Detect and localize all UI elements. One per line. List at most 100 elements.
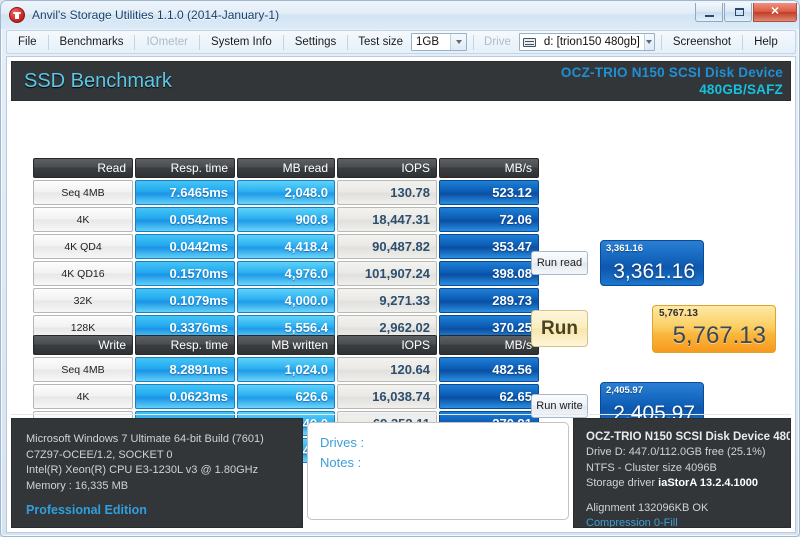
maximize-icon (735, 8, 744, 16)
drives-label: Drives : (320, 435, 365, 450)
main-content: SSD Benchmark OCZ-TRIO N150 SCSI Disk De… (6, 56, 796, 533)
test-size-select[interactable]: 1GB (411, 33, 468, 51)
cell-mbs: 353.47 (439, 234, 539, 259)
drive-value: d: [trion150 480gb] (543, 36, 640, 48)
menu-item-settings[interactable]: Settings (284, 31, 348, 53)
sysinfo-os: Microsoft Windows 7 Ultimate 64-bit Buil… (26, 433, 264, 445)
read-score-box: 3,361.16 3,361.16 (600, 240, 704, 286)
cell-mb-read: 4,000.0 (237, 288, 335, 313)
bottom-info-area: Microsoft Windows 7 Ultimate 64-bit Buil… (11, 418, 791, 528)
row-label: 4K QD16 (33, 261, 133, 286)
read-header-mbs: MB/s (439, 158, 539, 178)
anvil-app-icon (9, 7, 25, 23)
divider (11, 414, 791, 415)
write-score-small: 2,405.97 (606, 385, 643, 396)
cell-iops: 101,907.24 (337, 261, 437, 286)
cell-mb-read: 4,976.0 (237, 261, 335, 286)
write-header-iops: IOPS (337, 335, 437, 355)
cell-resp-time: 7.6465ms (135, 180, 235, 205)
chevron-down-icon[interactable] (450, 34, 467, 50)
drive-info-panel: OCZ-TRIO N150 SCSI Disk Device 480GB Dri… (573, 418, 791, 528)
write-header-label: Write (33, 335, 133, 355)
cell-resp-time: 0.0442ms (135, 234, 235, 259)
cell-mb-written: 1,024.0 (237, 357, 335, 382)
menu-item-screenshot[interactable]: Screenshot (662, 31, 742, 53)
run-read-button[interactable]: Run read (531, 251, 588, 275)
cell-iops: 16,038.74 (337, 384, 437, 409)
total-score-small: 5,767.13 (659, 308, 698, 319)
menu-item-system-info[interactable]: System Info (200, 31, 283, 53)
row-label: Seq 4MB (33, 357, 133, 382)
row-label: 4K (33, 207, 133, 232)
drive-label: Drive (484, 36, 511, 48)
minimize-button[interactable] (695, 3, 723, 22)
row-label: 32K (33, 288, 133, 313)
window-controls: ✕ (695, 3, 797, 22)
cell-mb-read: 900.8 (237, 207, 335, 232)
menu-item-help[interactable]: Help (743, 31, 789, 53)
total-score-box: 5,767.13 5,767.13 (652, 305, 776, 353)
sysinfo-board: C7Z97-OCEE/1.2, SOCKET 0 (26, 448, 173, 461)
page-title: SSD Benchmark (24, 70, 172, 92)
menu-item-file[interactable]: File (7, 31, 48, 53)
cell-mb-read: 2,048.0 (237, 180, 335, 205)
driveinfo-capacity: Drive D: 447.0/112.0GB free (25.1%) (586, 446, 766, 458)
table-row: 32K 0.1079ms 4,000.0 9,271.33 289.73 (33, 288, 539, 313)
driveinfo-title: OCZ-TRIO N150 SCSI Disk Device 480GB (586, 431, 791, 443)
cell-mbs: 398.08 (439, 261, 539, 286)
read-header-iops: IOPS (337, 158, 437, 178)
close-button[interactable]: ✕ (753, 3, 797, 22)
cell-resp-time: 0.0542ms (135, 207, 235, 232)
cell-mbs: 289.73 (439, 288, 539, 313)
table-header-row: Read Resp. time MB read IOPS MB/s (33, 158, 539, 178)
title-bar: Anvil's Storage Utilities 1.1.0 (2014-Ja… (1, 1, 799, 29)
menu-item-benchmarks[interactable]: Benchmarks (49, 31, 135, 53)
row-label: 4K QD4 (33, 234, 133, 259)
menu-bar: File Benchmarks IOmeter System Info Sett… (6, 30, 796, 54)
table-row: 4K QD16 0.1570ms 4,976.0 101,907.24 398.… (33, 261, 539, 286)
sysinfo-memory: Memory : 16,335 MB (26, 479, 129, 492)
table-header-row: Write Resp. time MB written IOPS MB/s (33, 335, 539, 355)
table-row: Seq 4MB 8.2891ms 1,024.0 120.64 482.56 (33, 357, 539, 382)
table-row: 4K 0.0623ms 626.6 16,038.74 62.65 (33, 384, 539, 409)
sysinfo-edition: Professional Edition (26, 503, 147, 517)
driveinfo-driver: Storage driver iaStorA 13.2.4.1000 (586, 476, 790, 492)
run-button[interactable]: Run (531, 310, 588, 347)
maximize-button[interactable] (724, 3, 752, 22)
window-title: Anvil's Storage Utilities 1.1.0 (2014-Ja… (32, 8, 280, 22)
close-icon: ✕ (770, 5, 780, 18)
drive-icon (522, 37, 536, 47)
device-name: OCZ-TRIO N150 SCSI Disk Device (560, 65, 783, 80)
read-score-value: 3,361.16 (613, 260, 695, 283)
table-row: Seq 4MB 7.6465ms 2,048.0 130.78 523.12 (33, 180, 539, 205)
cell-iops: 130.78 (337, 180, 437, 205)
cell-resp-time: 8.2891ms (135, 357, 235, 382)
cell-iops: 120.64 (337, 357, 437, 382)
driveinfo-driver-label: Storage driver (586, 477, 656, 489)
cell-mbs: 62.65 (439, 384, 539, 409)
cell-iops: 90,487.82 (337, 234, 437, 259)
cell-resp-time: 0.0623ms (135, 384, 235, 409)
driveinfo-compression: Compression 0-Fill (586, 517, 678, 528)
benchmark-header-band: SSD Benchmark OCZ-TRIO N150 SCSI Disk De… (11, 61, 791, 101)
cell-mbs: 72.06 (439, 207, 539, 232)
cell-mbs: 482.56 (439, 357, 539, 382)
read-results-table: Read Resp. time MB read IOPS MB/s Seq 4M… (31, 156, 541, 342)
cell-mb-read: 4,418.4 (237, 234, 335, 259)
menu-item-iometer: IOmeter (146, 36, 188, 48)
chevron-down-icon[interactable] (643, 34, 654, 50)
application-window: Anvil's Storage Utilities 1.1.0 (2014-Ja… (0, 0, 800, 537)
test-size-label: Test size (358, 36, 404, 48)
driveinfo-alignment: Alignment 132096KB OK (586, 501, 709, 514)
read-header-resp: Resp. time (135, 158, 235, 178)
notes-panel[interactable]: Drives : Notes : (307, 422, 569, 520)
cell-iops: 9,271.33 (337, 288, 437, 313)
drive-select[interactable]: d: [trion150 480gb] (518, 33, 655, 51)
cell-mbs: 523.12 (439, 180, 539, 205)
minimize-icon (705, 15, 714, 17)
driveinfo-filesystem: NTFS - Cluster size 4096B (586, 461, 717, 474)
device-capacity: 480GB/SAFZ (699, 82, 783, 97)
table-row: 4K QD4 0.0442ms 4,418.4 90,487.82 353.47 (33, 234, 539, 259)
row-label: Seq 4MB (33, 180, 133, 205)
